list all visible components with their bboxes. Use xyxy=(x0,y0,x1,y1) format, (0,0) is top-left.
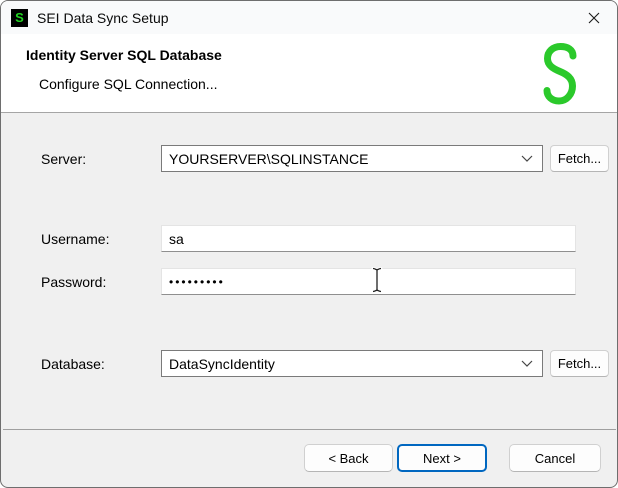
database-label: Database: xyxy=(41,356,105,372)
database-combobox[interactable]: DataSyncIdentity xyxy=(161,350,543,377)
password-input[interactable] xyxy=(161,268,576,295)
close-icon xyxy=(587,11,601,25)
s-logo-icon: S xyxy=(11,9,28,27)
window-title: SEI Data Sync Setup xyxy=(37,10,169,26)
page-title: Identity Server SQL Database xyxy=(26,47,222,63)
server-value: YOURSERVER\SQLINSTANCE xyxy=(162,151,521,167)
brand-s-logo-icon xyxy=(542,43,578,105)
footer-divider xyxy=(3,429,616,430)
server-fetch-button[interactable]: Fetch... xyxy=(550,145,609,172)
database-fetch-button[interactable]: Fetch... xyxy=(550,350,609,377)
server-label: Server: xyxy=(41,151,86,167)
wizard-header: Identity Server SQL Database Configure S… xyxy=(1,34,617,113)
back-button[interactable]: < Back xyxy=(304,444,393,472)
database-value: DataSyncIdentity xyxy=(162,356,521,372)
username-input[interactable] xyxy=(161,225,576,252)
cancel-button[interactable]: Cancel xyxy=(509,444,601,472)
username-label: Username: xyxy=(41,231,109,247)
chevron-down-icon xyxy=(521,360,533,367)
page-subtitle: Configure SQL Connection... xyxy=(39,76,217,92)
password-label: Password: xyxy=(41,274,106,290)
server-combobox[interactable]: YOURSERVER\SQLINSTANCE xyxy=(161,145,543,172)
chevron-down-icon xyxy=(521,155,533,162)
close-button[interactable] xyxy=(571,1,617,34)
next-button[interactable]: Next > xyxy=(397,444,487,472)
title-bar: S SEI Data Sync Setup xyxy=(1,1,617,34)
setup-wizard-window: S SEI Data Sync Setup Identity Server SQ… xyxy=(0,0,618,488)
